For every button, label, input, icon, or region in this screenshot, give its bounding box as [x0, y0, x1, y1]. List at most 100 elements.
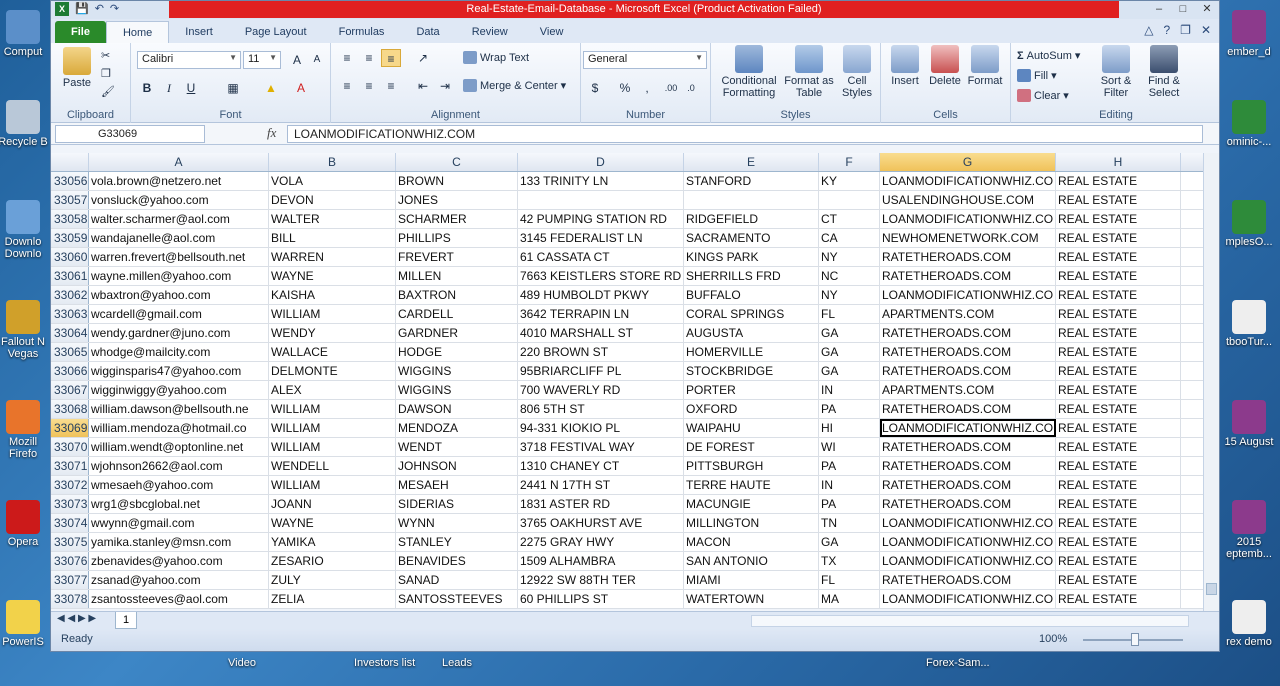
formula-input[interactable]: LOANMODIFICATIONWHIZ.COM [287, 125, 1203, 143]
cell-c[interactable]: WENDT [396, 438, 518, 456]
cell-g[interactable]: LOANMODIFICATIONWHIZ.CO [880, 210, 1056, 228]
increase-decimal-icon[interactable]: .00 [661, 79, 681, 97]
cell-b[interactable]: WALLACE [269, 343, 396, 361]
cell-h[interactable]: REAL ESTATE [1056, 210, 1181, 228]
sort-filter-button[interactable]: Sort & Filter [1093, 45, 1139, 99]
cell-b[interactable]: WILLIAM [269, 400, 396, 418]
cell-h[interactable]: REAL ESTATE [1056, 533, 1181, 551]
cell-h[interactable]: REAL ESTATE [1056, 438, 1181, 456]
help-icon[interactable]: ? [1163, 23, 1170, 37]
tab-formulas[interactable]: Formulas [323, 21, 401, 43]
left-desktop-icon[interactable]: Recycle B [0, 100, 50, 148]
cell-a[interactable]: zsanad@yahoo.com [89, 571, 269, 589]
cell-c[interactable]: SANAD [396, 571, 518, 589]
cell-c[interactable]: MENDOZA [396, 419, 518, 437]
cell-g[interactable]: RATETHEROADS.COM [880, 248, 1056, 266]
cell-e[interactable]: PITTSBURGH [684, 457, 819, 475]
cell-f[interactable]: NY [819, 248, 880, 266]
cell-c[interactable]: BAXTRON [396, 286, 518, 304]
cell-c[interactable]: GARDNER [396, 324, 518, 342]
cell-a[interactable]: warren.frevert@bellsouth.net [89, 248, 269, 266]
cell-b[interactable]: WALTER [269, 210, 396, 228]
cell-c[interactable]: STANLEY [396, 533, 518, 551]
merge-center-button[interactable]: Merge & Center ▾ [463, 79, 566, 92]
cell-c[interactable]: FREVERT [396, 248, 518, 266]
row-header[interactable]: 33060 [51, 248, 89, 266]
cell-e[interactable]: DE FOREST [684, 438, 819, 456]
underline-button[interactable]: U [181, 79, 201, 97]
right-desktop-icon[interactable]: ember_d [1222, 10, 1276, 58]
left-desktop-icon[interactable]: Fallout N Vegas [0, 300, 50, 360]
column-header-a[interactable]: A [89, 153, 269, 171]
right-desktop-icon[interactable]: mplesO... [1222, 200, 1276, 248]
cell-a[interactable]: zsantossteeves@aol.com [89, 590, 269, 608]
cell-f[interactable]: MA [819, 590, 880, 608]
cell-d[interactable]: 220 BROWN ST [518, 343, 684, 361]
cell-c[interactable]: SCHARMER [396, 210, 518, 228]
decrease-decimal-icon[interactable]: .0 [681, 79, 701, 97]
align-left-icon[interactable]: ≡ [337, 77, 357, 95]
cell-b[interactable]: WAYNE [269, 514, 396, 532]
cell-f[interactable]: KY [819, 172, 880, 190]
cell-f[interactable]: FL [819, 305, 880, 323]
cell-a[interactable]: wrg1@sbcglobal.net [89, 495, 269, 513]
cell-c[interactable]: WIGGINS [396, 381, 518, 399]
cell-f[interactable]: FL [819, 571, 880, 589]
cell-h[interactable]: REAL ESTATE [1056, 495, 1181, 513]
cell-g[interactable]: RATETHEROADS.COM [880, 362, 1056, 380]
cell-a[interactable]: vonsluck@yahoo.com [89, 191, 269, 209]
cell-d[interactable]: 3145 FEDERALIST LN [518, 229, 684, 247]
cell-h[interactable]: REAL ESTATE [1056, 362, 1181, 380]
cell-d[interactable]: 95BRIARCLIFF PL [518, 362, 684, 380]
ribbon-minimize-icon[interactable]: △ [1144, 23, 1153, 37]
row-header[interactable]: 33075 [51, 533, 89, 551]
cell-f[interactable]: TN [819, 514, 880, 532]
cell-f[interactable]: PA [819, 400, 880, 418]
cell-f[interactable]: HI [819, 419, 880, 437]
column-header-b[interactable]: B [269, 153, 396, 171]
cell-d[interactable]: 489 HUMBOLDT PKWY [518, 286, 684, 304]
bold-button[interactable]: B [137, 79, 157, 97]
cell-g[interactable]: RATETHEROADS.COM [880, 324, 1056, 342]
align-right-icon[interactable]: ≡ [381, 77, 401, 95]
cell-c[interactable]: MESAEH [396, 476, 518, 494]
cell-h[interactable]: REAL ESTATE [1056, 381, 1181, 399]
cell-d[interactable]: 60 PHILLIPS ST [518, 590, 684, 608]
cell-f[interactable]: GA [819, 343, 880, 361]
cell-d[interactable]: 61 CASSATA CT [518, 248, 684, 266]
cell-c[interactable]: WYNN [396, 514, 518, 532]
format-as-table-button[interactable]: Format as Table [783, 45, 835, 99]
cell-a[interactable]: wmesaeh@yahoo.com [89, 476, 269, 494]
cell-g[interactable]: APARTMENTS.COM [880, 305, 1056, 323]
row-header[interactable]: 33058 [51, 210, 89, 228]
cell-g[interactable]: LOANMODIFICATIONWHIZ.CO [880, 514, 1056, 532]
cell-a[interactable]: wandajanelle@aol.com [89, 229, 269, 247]
cell-h[interactable]: REAL ESTATE [1056, 457, 1181, 475]
cell-e[interactable]: WAIPAHU [684, 419, 819, 437]
right-desktop-icon[interactable]: 15 August [1222, 400, 1276, 448]
cell-b[interactable]: JOANN [269, 495, 396, 513]
cell-g[interactable]: RATETHEROADS.COM [880, 267, 1056, 285]
align-center-icon[interactable]: ≡ [359, 77, 379, 95]
cell-g[interactable]: LOANMODIFICATIONWHIZ.CO [880, 533, 1056, 551]
wrap-text-button[interactable]: Wrap Text [463, 51, 529, 64]
row-header[interactable]: 33065 [51, 343, 89, 361]
cell-e[interactable]: PORTER [684, 381, 819, 399]
delete-cells-button[interactable]: Delete [925, 45, 965, 87]
cell-f[interactable]: PA [819, 495, 880, 513]
cell-a[interactable]: wigginsparis47@yahoo.com [89, 362, 269, 380]
cell-b[interactable]: WILLIAM [269, 438, 396, 456]
cell-d[interactable]: 806 5TH ST [518, 400, 684, 418]
row-header[interactable]: 33067 [51, 381, 89, 399]
cell-e[interactable]: STANFORD [684, 172, 819, 190]
cell-e[interactable]: OXFORD [684, 400, 819, 418]
row-header[interactable]: 33070 [51, 438, 89, 456]
cell-a[interactable]: william.dawson@bellsouth.ne [89, 400, 269, 418]
cell-f[interactable]: NC [819, 267, 880, 285]
align-top-icon[interactable]: ≡ [337, 49, 357, 67]
row-header[interactable]: 33074 [51, 514, 89, 532]
cell-c[interactable]: CARDELL [396, 305, 518, 323]
fill-color-icon[interactable]: ▲ [261, 79, 281, 97]
cell-g[interactable]: LOANMODIFICATIONWHIZ.CO [880, 590, 1056, 608]
find-select-button[interactable]: Find & Select [1141, 45, 1187, 99]
